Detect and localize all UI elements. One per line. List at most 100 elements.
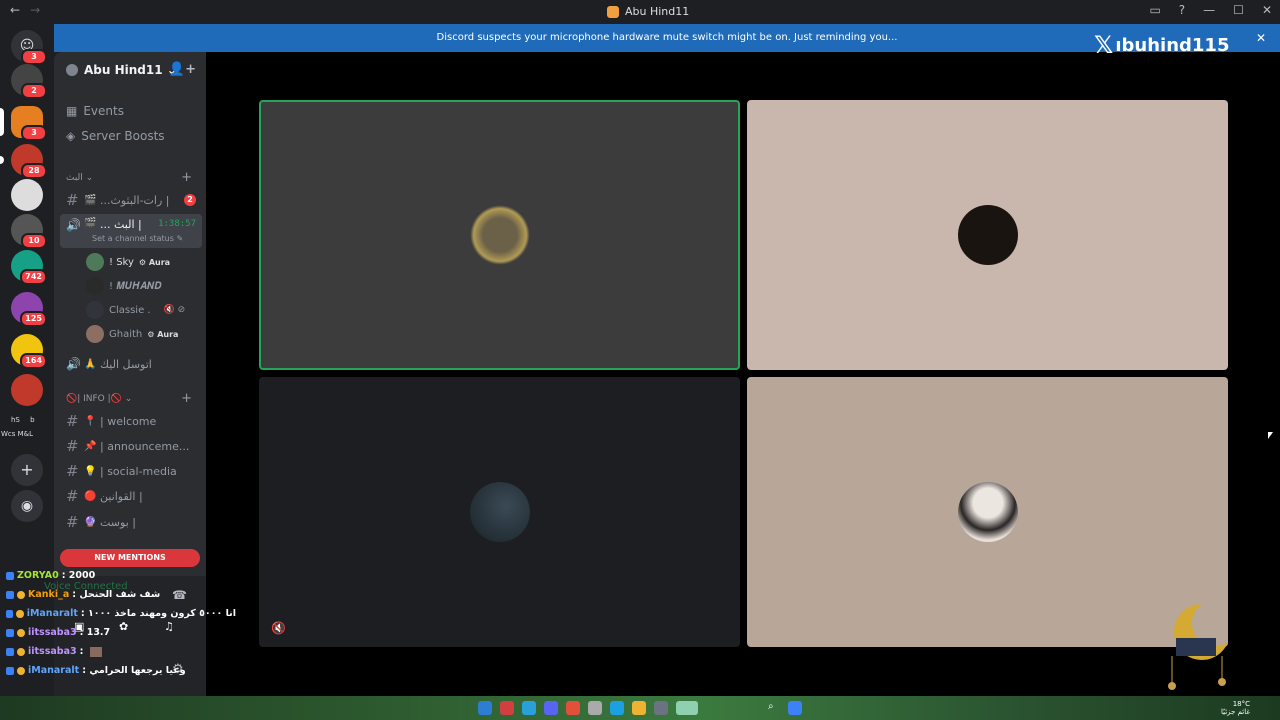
notice-text: Discord suspects your microphone hardwar… [436, 32, 898, 43]
chat-username: Kanki_a [28, 589, 70, 600]
weather-temp: 18°C [1232, 700, 1250, 708]
taskbar-app-icon[interactable] [676, 701, 698, 715]
platform-badge-icon [6, 628, 14, 637]
category-info[interactable]: 🚫| INFO |🚫 ⌄ [66, 394, 132, 404]
title-bar: ← → Abu Hind11 ▭ ? — ☐ ✕ [0, 0, 1280, 24]
participant-tile-speaking[interactable] [259, 100, 740, 370]
minimize-button[interactable]: — [1203, 3, 1215, 17]
channel-status-link[interactable]: Set a channel status ✎ [92, 234, 183, 243]
boosts-link[interactable]: ◈ Server Boosts [66, 129, 165, 143]
close-banner-icon[interactable]: ✕ [1256, 24, 1266, 52]
participant-tile[interactable] [747, 377, 1228, 647]
create-channel-plus-icon[interactable]: + [181, 391, 192, 406]
help-icon[interactable]: ? [1179, 3, 1185, 17]
category-label: 🚫| INFO |🚫 ⌄ [66, 394, 133, 404]
avatar [957, 205, 1018, 265]
folder-label: Wcs M&L [1, 430, 34, 438]
server-icon [66, 64, 78, 76]
taskbar-app-icon[interactable] [522, 701, 536, 715]
channel-name: ...رات-البثوث | [100, 193, 170, 207]
participant-tile[interactable] [747, 100, 1228, 370]
channel-item[interactable]: # 🔴 القوانين | [60, 485, 202, 507]
category-broadcast[interactable]: البث ⌄ [66, 173, 93, 183]
compass-icon: ◉ [20, 498, 34, 514]
new-mentions-pill[interactable]: NEW MENTIONS [60, 549, 200, 567]
guild-item-active[interactable]: 3 [0, 106, 47, 141]
window-controls: ▭ ? — ☐ ✕ [1149, 3, 1272, 17]
guild-item[interactable]: 125 [11, 292, 47, 327]
channel-item[interactable]: # 🎬 ...رات-البثوث | 2 [60, 189, 202, 211]
voice-member[interactable]: Ghaith ⚙ Aura [86, 324, 178, 344]
hashtag-icon: # [66, 437, 79, 455]
channel-item[interactable]: # 💡 | social-media [60, 460, 202, 482]
taskbar-app-icon[interactable] [588, 701, 602, 715]
events-link[interactable]: ▦ Events [66, 104, 124, 118]
discover-button[interactable]: ◉ [11, 490, 43, 522]
boost-icon: ◈ [66, 129, 76, 143]
guild-item[interactable]: 742 [11, 250, 47, 285]
avatar [957, 482, 1018, 542]
search-icon[interactable]: ⌕ [768, 701, 782, 715]
sub-badge-icon [17, 647, 25, 656]
channel-name: ... البث | [100, 218, 142, 231]
add-server-button[interactable]: + [11, 454, 43, 486]
invite-icon[interactable]: 👤+ [169, 62, 196, 77]
weather-tray[interactable]: 18°C غائم جزئيًا [1221, 700, 1250, 716]
guild-item[interactable]: 164 [11, 334, 47, 369]
windows-logo-icon[interactable] [788, 701, 802, 715]
server-header[interactable]: Abu Hind11 ⌄ 👤+ [54, 52, 206, 88]
back-arrow-icon[interactable]: ← [10, 3, 20, 17]
folder-label: hS [11, 416, 20, 424]
taskbar-app-icon[interactable] [610, 701, 624, 715]
guild-badge: 3 [21, 125, 47, 141]
taskbar-app-icon[interactable] [544, 701, 558, 715]
voice-channel[interactable]: 🔊 🙏 اتوسل اليك [60, 353, 202, 375]
pray-icon: 🙏 [84, 358, 97, 370]
participant-tile[interactable]: 🔇 [259, 377, 740, 647]
maximize-button[interactable]: ☐ [1233, 3, 1244, 17]
chat-line: iManaralt : وعيا يرجعها الحرامي [6, 661, 236, 680]
guild-item[interactable] [11, 179, 43, 211]
platform-badge-icon [6, 666, 14, 675]
guild-home-dms[interactable]: ☺ 3 [11, 30, 47, 65]
chat-message: : شف شف الحنحل [72, 589, 161, 600]
hashtag-icon: # [66, 487, 79, 505]
guild-item[interactable]: 2 [11, 64, 47, 99]
voice-timer: 1:38:57 [158, 219, 196, 229]
inbox-icon[interactable]: ▭ [1149, 3, 1160, 17]
weather-desc: غائم جزئيًا [1220, 708, 1250, 716]
guild-item[interactable] [11, 374, 43, 406]
channel-name: اتوسل اليك [100, 357, 152, 371]
guild-item[interactable]: 10 [11, 214, 47, 249]
guild-badge: 125 [20, 311, 47, 327]
hashtag-icon: # [66, 191, 79, 209]
folder-label: b [30, 416, 35, 424]
channel-item[interactable]: # 📌 | announceme... [60, 435, 202, 457]
watermark-handle: ıbuhind115 [1115, 34, 1230, 56]
voice-channel-active[interactable]: 🔊 🎬 ... البث | 1:38:57 Set a channel sta… [60, 214, 202, 248]
guild-item[interactable]: 28 [0, 144, 47, 179]
guild-folder[interactable]: hS b Wcs M&L [1, 416, 45, 438]
channel-item[interactable]: # 📍 | welcome [60, 410, 202, 432]
hashtag-icon: # [66, 513, 79, 531]
taskbar-app-icon[interactable] [500, 701, 514, 715]
channel-item[interactable]: # 🔮 بوست | [60, 511, 202, 533]
voice-member[interactable]: ! 𝑴𝑼𝑯𝑨𝑵𝑫 [86, 276, 162, 296]
close-window-button[interactable]: ✕ [1262, 3, 1272, 17]
voice-member[interactable]: Classie . 🔇 ⊘ [86, 300, 185, 320]
crystal-ball-icon: 🔮 [84, 516, 97, 528]
voice-member[interactable]: ! Sky ⚙ Aura [86, 252, 170, 272]
chat-line: ZORYA0 : 2000 [6, 566, 236, 585]
member-name: ! 𝑴𝑼𝑯𝑨𝑵𝑫 [109, 280, 162, 292]
channel-name: | welcome [100, 414, 157, 428]
create-channel-plus-icon[interactable]: + [181, 170, 192, 185]
sub-badge-icon [17, 666, 25, 675]
taskbar-app-icon[interactable] [566, 701, 580, 715]
start-button-icon[interactable] [478, 701, 492, 715]
taskbar-app-icon[interactable] [632, 701, 646, 715]
forward-arrow-icon[interactable]: → [30, 3, 40, 17]
channel-name: القوانين | [100, 489, 143, 503]
taskbar-app-icon[interactable] [654, 701, 668, 715]
channel-name: | announceme... [100, 439, 190, 453]
guild-badge: 742 [20, 269, 47, 285]
